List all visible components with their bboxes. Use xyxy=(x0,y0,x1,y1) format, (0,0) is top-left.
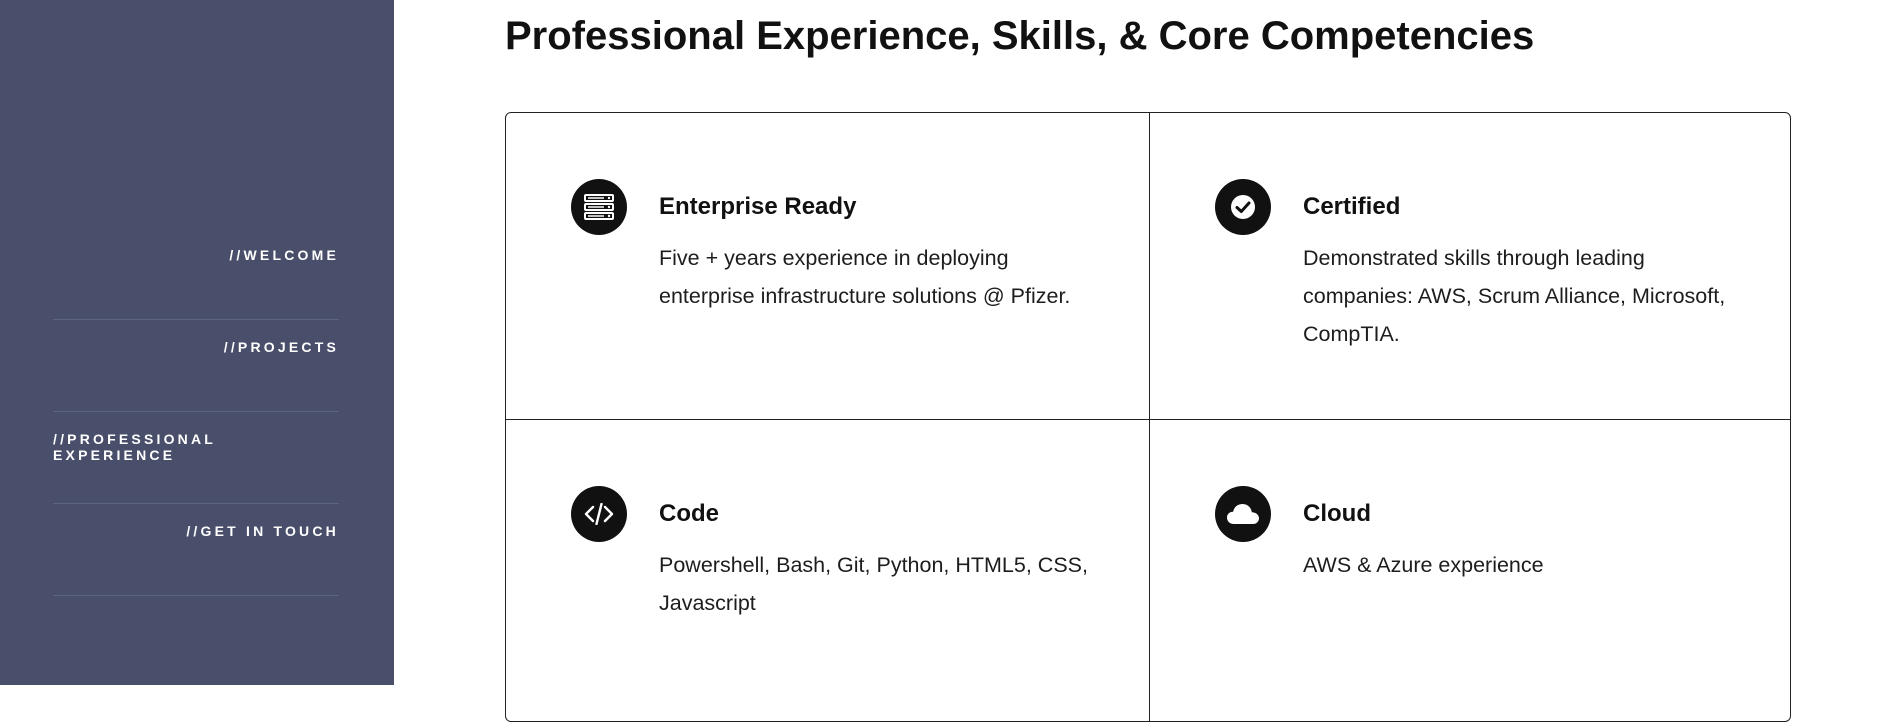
nav-item-get-in-touch[interactable]: //GET IN TOUCH xyxy=(53,506,339,596)
sidebar-nav: //WELCOME //PROJECTS //PROFESSIONAL EXPE… xyxy=(53,230,339,598)
nav-item-label: //PROFESSIONAL EXPERIENCE xyxy=(53,431,216,463)
main-content: Professional Experience, Skills, & Core … xyxy=(394,0,1899,722)
nav-item-professional-experience[interactable]: //PROFESSIONAL EXPERIENCE xyxy=(53,414,339,504)
card-title: Certified xyxy=(1303,193,1401,220)
code-icon xyxy=(571,486,627,542)
check-circle-icon xyxy=(1215,179,1271,235)
cloud-icon xyxy=(1215,486,1271,542)
card-title: Enterprise Ready xyxy=(659,193,857,220)
card-title: Cloud xyxy=(1303,500,1371,527)
nav-item-projects[interactable]: //PROJECTS xyxy=(53,322,339,412)
page-title: Professional Experience, Skills, & Core … xyxy=(505,14,1535,58)
card-description: AWS & Azure experience xyxy=(1303,553,1544,577)
sidebar: //WELCOME //PROJECTS //PROFESSIONAL EXPE… xyxy=(0,0,394,685)
card-description: Five + years experience in deploying ent… xyxy=(659,246,1071,308)
server-icon xyxy=(571,179,627,235)
card-description: Demonstrated skills through leading comp… xyxy=(1303,246,1726,346)
nav-item-label: //PROJECTS xyxy=(223,339,339,355)
nav-item-welcome[interactable]: //WELCOME xyxy=(53,230,339,320)
card-description: Powershell, Bash, Git, Python, HTML5, CS… xyxy=(659,553,1088,615)
card-title: Code xyxy=(659,500,719,527)
nav-item-label: //GET IN TOUCH xyxy=(186,523,339,539)
card-certified: Certified Demonstrated skills through le… xyxy=(1150,113,1792,419)
card-enterprise-ready: Enterprise Ready Five + years experience… xyxy=(506,113,1148,419)
competencies-grid: Enterprise Ready Five + years experience… xyxy=(505,112,1791,722)
nav-item-label: //WELCOME xyxy=(229,247,339,263)
card-cloud: Cloud AWS & Azure experience xyxy=(1150,420,1792,726)
card-code: Code Powershell, Bash, Git, Python, HTML… xyxy=(506,420,1148,726)
